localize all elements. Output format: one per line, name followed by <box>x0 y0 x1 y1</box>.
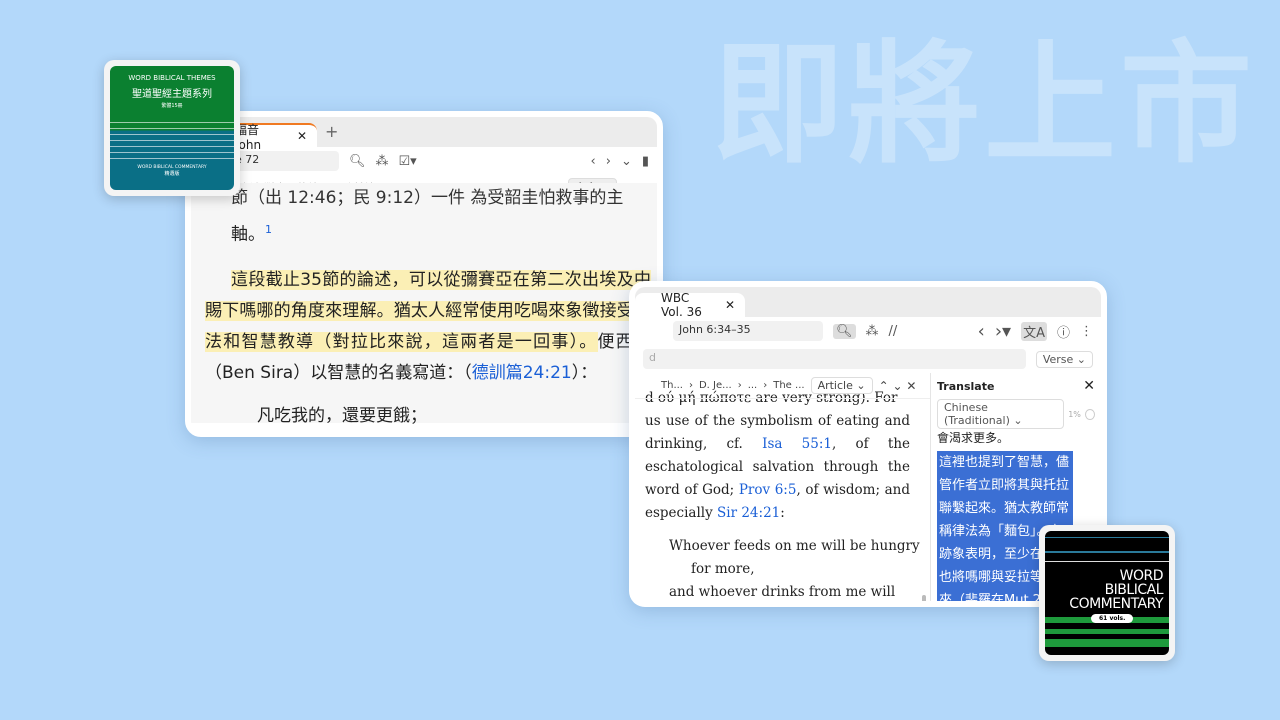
visual-filter-icon[interactable]: ⁂ <box>376 154 389 169</box>
checklist-icon[interactable]: ☑▾ <box>399 154 417 169</box>
progress-text: 1% <box>1068 409 1081 419</box>
tab-label: WBC Vol. 36 <box>661 291 702 319</box>
toolbar: John 6:34–35 🔍︎ ⁂ // ‹ ›▾ 文A ⓘ ⋮ <box>635 317 1101 345</box>
info-icon[interactable]: ⓘ <box>1057 322 1070 341</box>
translate-title: Translate <box>937 379 995 393</box>
breadcrumb-item[interactable]: D. Je... <box>699 380 732 391</box>
quote: 凡吃我的，還要更餓； <box>257 405 427 426</box>
breadcrumb: Th... › D. Je... › ... › The ... Article ⌄ … <box>635 373 930 399</box>
tab-bar: 福音 John ✕ + <box>191 117 657 152</box>
paragraph: 這段截止35節的論述，可以從彌賽亞在第二次出埃及中賜下嗎哪的角度來理解。猶太人經… <box>205 269 652 383</box>
scrollbar[interactable] <box>922 595 926 601</box>
search-input[interactable]: d <box>643 349 1026 369</box>
back-icon[interactable]: ‹ <box>591 154 596 169</box>
article-body: 節（出 12:46；民 9:12）一件 為受韶圭怕救事的主 軸。1 這段截止35… <box>191 183 657 426</box>
chinese-commentary-window: 福音 John ✕ + e 72 🔍︎ ⁂ ☑▾ ‹ › ⌄ ▮ 耶穌與猶太人的… <box>185 111 663 437</box>
search-row: d Verse ⌄ <box>635 345 1101 373</box>
reference-input[interactable]: John 6:34–35 <box>673 321 823 341</box>
parallel-icon[interactable]: // <box>889 324 898 339</box>
scripture-link[interactable]: Sir 24:21 <box>717 505 780 521</box>
article-text: d ού μή πώποτε are very strong). For us … <box>645 390 920 600</box>
visual-filter-icon[interactable]: ⁂ <box>866 324 879 339</box>
word-biblical-themes-cover: WORD BIBLICAL THEMES 聖道聖經主題系列 繁體15冊 WORD… <box>104 60 240 196</box>
close-icon[interactable]: ✕ <box>1083 378 1095 394</box>
breadcrumb-item[interactable]: The ... <box>773 380 804 391</box>
tab-label: 福音 John <box>235 122 262 152</box>
close-icon[interactable]: ✕ <box>725 298 735 312</box>
history-chevron-icon[interactable]: ⌄ <box>621 154 632 169</box>
coming-soon-watermark: 即將上市 <box>712 28 1256 182</box>
tab-wbc[interactable]: WBC Vol. 36 ✕ <box>635 291 745 319</box>
scripture-link[interactable]: 德訓篇24:21 <box>472 363 572 383</box>
language-select[interactable]: Chinese (Traditional) ⌄ <box>937 399 1065 429</box>
translate-icon[interactable]: 文A <box>1021 321 1047 341</box>
more-icon[interactable]: ⋮ <box>1080 324 1093 339</box>
progress-spinner-icon <box>1084 408 1095 420</box>
panel-icon[interactable]: ▮ <box>642 154 649 169</box>
article-pane: Th... › D. Je... › ... › The ... Article ⌄ … <box>635 373 931 601</box>
forward-icon[interactable]: › <box>606 154 611 169</box>
cut-line: 節（出 12:46；民 9:12）一件 為受韶圭怕救事的主 <box>231 188 624 208</box>
breadcrumb-item[interactable]: Th... <box>661 380 683 391</box>
verse-select[interactable]: Verse ⌄ <box>1035 350 1093 368</box>
text: 軸。 <box>231 224 265 245</box>
nav-arrows[interactable]: ⌃ ⌄ ✕ <box>879 379 917 393</box>
highlighted-text: 這段截止35節的論述，可以從彌賽亞在第二次出埃及中賜下嗎哪的角度來理解。猶太人經… <box>205 269 651 352</box>
search-icon[interactable]: 🔍︎ <box>833 323 856 339</box>
back-icon[interactable]: ‹ <box>978 321 985 342</box>
new-tab-button[interactable]: + <box>325 122 338 141</box>
tab-bar: WBC Vol. 36 ✕ <box>635 287 1101 319</box>
footnote-link[interactable]: 1 <box>265 223 272 236</box>
close-icon[interactable]: ✕ <box>297 129 307 143</box>
scripture-link[interactable]: Isa 55:1 <box>762 436 832 452</box>
word-biblical-commentary-cover: WORD BIBLICAL COMMENTARY 61 vols. <box>1039 525 1175 661</box>
forward-icon[interactable]: ›▾ <box>995 321 1011 342</box>
scripture-link[interactable]: Prov 6:5 <box>739 482 797 498</box>
article-select[interactable]: Article ⌄ <box>810 377 873 394</box>
search-icon[interactable]: 🔍︎ <box>349 154 366 169</box>
text: 會渴求更多。 <box>937 431 1010 443</box>
reference-input[interactable]: e 72 <box>229 151 339 171</box>
breadcrumb-item[interactable]: ... <box>748 380 758 391</box>
wbc-window: WBC Vol. 36 ✕ John 6:34–35 🔍︎ ⁂ // ‹ ›▾ … <box>629 281 1107 607</box>
